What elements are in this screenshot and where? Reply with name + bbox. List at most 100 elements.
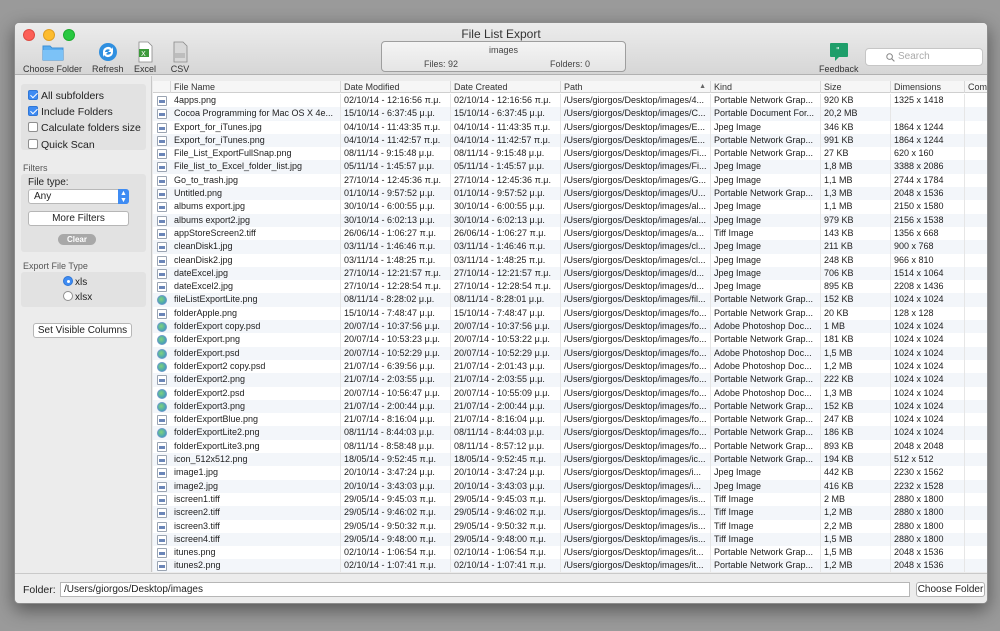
table-row[interactable]: itunes.png 02/10/14 - 1:06:54 π.μ. 02/10/1… — [153, 546, 987, 560]
table-row[interactable]: File_list_to_Excel_folder_list.jpg 05/11/… — [153, 160, 987, 174]
table-row[interactable]: iscreen3.tiff 29/05/14 - 9:50:32 π.μ. 29/0… — [153, 519, 987, 533]
table-row[interactable]: albums export2.jpg 30/10/14 - 6:02:13 μ.μ… — [153, 213, 987, 227]
csv-export-button[interactable]: CSV — [167, 41, 193, 74]
cell-date-created: 21/07/14 - 2:03:55 μ.μ. — [451, 373, 561, 387]
search-input[interactable]: Search — [865, 48, 983, 66]
table-row[interactable]: dateExcel2.jpg 27/10/14 - 12:28:54 π.μ. 27… — [153, 280, 987, 294]
quick-scan-checkbox[interactable]: Quick Scan — [28, 139, 95, 151]
calculate-folders-size-checkbox[interactable]: Calculate folders size — [28, 122, 141, 134]
table-row[interactable]: cleanDisk2.jpg 03/11/14 - 1:48:25 π.μ. 03/… — [153, 253, 987, 267]
table-row[interactable]: iscreen4.tiff 29/05/14 - 9:48:00 π.μ. 29/0… — [153, 532, 987, 547]
cell-date-created: 20/07/14 - 10:37:56 μ.μ. — [451, 320, 561, 334]
cell-comments — [965, 400, 987, 413]
cell-size: 1,8 MB — [821, 160, 891, 174]
excel-export-button[interactable]: X Excel — [132, 41, 158, 74]
cell-path: /Users/giorgos/Desktop/images/fo... — [561, 373, 711, 387]
column-header-dimensions[interactable]: Dimensions — [891, 81, 965, 93]
cell-kind: Adobe Photoshop Doc... — [711, 386, 821, 400]
table-row[interactable]: Go_to_trash.jpg 27/10/14 - 12:45:36 π.μ. 2… — [153, 173, 987, 188]
column-header-path[interactable]: Path ▲ — [561, 81, 711, 93]
cell-file-name: iscreen3.tiff — [171, 519, 341, 533]
table-row[interactable]: folderExport.psd 20/07/14 - 10:52:29 μ.μ.… — [153, 346, 987, 360]
table-row[interactable]: 4apps.png 02/10/14 - 12:16:56 π.μ. 02/10/1… — [153, 94, 987, 108]
column-header-size[interactable]: Size — [821, 81, 891, 93]
xlsx-radio[interactable]: xlsx — [63, 291, 92, 303]
cell-comments — [965, 160, 987, 173]
table-row[interactable]: iscreen2.tiff 29/05/14 - 9:46:02 π.μ. 29/0… — [153, 506, 987, 520]
column-header-date-modified[interactable]: Date Modified — [341, 81, 451, 93]
xls-radio[interactable]: xls — [63, 276, 87, 288]
cell-size: 247 KB — [821, 413, 891, 427]
cell-date-modified: 05/11/14 - 1:45:57 μ.μ. — [341, 160, 451, 174]
table-row[interactable]: folderExport2 copy.psd 21/07/14 - 6:39:56… — [153, 359, 987, 374]
cell-dimensions: 966 x 810 — [891, 253, 965, 267]
xlsx-label: xlsx — [75, 292, 93, 303]
cell-date-created: 08/11/14 - 8:44:03 μ.μ. — [451, 426, 561, 440]
table-row[interactable]: folderExport3.png 21/07/14 - 2:00:44 μ.μ.… — [153, 399, 987, 414]
csv-file-icon — [167, 41, 193, 63]
table-row[interactable]: folderExport2.psd 20/07/14 - 10:56:47 μ.μ… — [153, 386, 987, 400]
table-row[interactable]: appStoreScreen2.tiff 26/06/14 - 1:06:27 π… — [153, 226, 987, 241]
cell-file-name: Untitled.png — [171, 187, 341, 201]
cell-date-created: 20/07/14 - 10:55:09 μ.μ. — [451, 386, 561, 400]
cell-kind: Jpeg Image — [711, 213, 821, 227]
table-row[interactable]: Untitled.png 01/10/14 - 9:57:52 μ.μ. 01/10… — [153, 187, 987, 201]
cell-path: /Users/giorgos/Desktop/images/al... — [561, 200, 711, 214]
choose-folder-toolbar-button[interactable]: Choose Folder — [23, 41, 82, 74]
table-row[interactable]: image2.jpg 20/10/14 - 3:43:03 μ.μ. 20/10/1… — [153, 479, 987, 493]
file-type-label: File type: — [28, 177, 69, 188]
cell-kind: Portable Network Grap... — [711, 426, 821, 440]
cell-dimensions: 620 x 160 — [891, 147, 965, 161]
cell-kind: Portable Network Grap... — [711, 413, 821, 427]
table-row[interactable]: image1.jpg 20/10/14 - 3:47:24 μ.μ. 20/10/1… — [153, 466, 987, 480]
cell-date-created: 08/11/14 - 9:15:48 μ.μ. — [451, 147, 561, 161]
cell-kind: Jpeg Image — [711, 253, 821, 267]
table-row[interactable]: Export_for_iTunes.png 04/10/14 - 11:42:57… — [153, 133, 987, 148]
choose-folder-button[interactable]: Choose Folder — [916, 582, 985, 597]
more-filters-button[interactable]: More Filters — [28, 211, 129, 226]
table-row[interactable]: folderExport copy.psd 20/07/14 - 10:37:56… — [153, 320, 987, 334]
cell-kind: Jpeg Image — [711, 173, 821, 188]
column-header-date-created[interactable]: Date Created — [451, 81, 561, 93]
table-row[interactable]: albums export.jpg 30/10/14 - 6:00:55 μ.μ.… — [153, 200, 987, 214]
table-row[interactable]: folderApple.png 15/10/14 - 7:48:47 μ.μ. 15… — [153, 306, 987, 321]
include-folders-checkbox[interactable]: Include Folders — [28, 106, 113, 118]
file-type-select[interactable]: Any ▲ ▼ — [28, 189, 129, 204]
file-list-table[interactable]: File Name Date Modified Date Created Path ▲ K… — [153, 81, 987, 572]
filters-section-title: Filters — [23, 163, 48, 173]
table-row[interactable]: folderExportLite3.png 08/11/14 - 8:58:48 … — [153, 439, 987, 454]
image-file-icon — [157, 109, 167, 120]
table-row[interactable]: folderExport2.png 21/07/14 - 2:03:55 μ.μ.… — [153, 373, 987, 387]
refresh-button[interactable]: Refresh — [92, 41, 124, 74]
column-header-file-name[interactable]: File Name — [171, 81, 341, 93]
table-row[interactable]: iscreen1.tiff 29/05/14 - 9:45:03 π.μ. 29/0… — [153, 492, 987, 507]
search-icon — [886, 53, 895, 62]
table-row[interactable]: folderExportLite2.png 08/11/14 - 8:44:03 … — [153, 426, 987, 440]
cell-date-created: 20/10/14 - 3:43:03 μ.μ. — [451, 479, 561, 493]
cell-comments — [965, 559, 987, 572]
cell-comments — [965, 214, 987, 227]
table-row[interactable]: cleanDisk1.jpg 03/11/14 - 1:46:46 π.μ. 03/… — [153, 240, 987, 254]
column-header-label: Date Created — [454, 82, 508, 92]
cell-kind: Portable Network Grap... — [711, 399, 821, 414]
table-row[interactable]: File_List_ExportFullSnap.png 08/11/14 - 9… — [153, 147, 987, 161]
table-row[interactable]: fileListExportLite.png 08/11/14 - 8:28:02… — [153, 293, 987, 307]
feedback-button[interactable]: " Feedback — [819, 41, 859, 74]
column-header-icon[interactable] — [153, 81, 171, 93]
clear-filters-button[interactable]: Clear — [58, 234, 96, 245]
cell-path: /Users/giorgos/Desktop/images/a... — [561, 226, 711, 241]
folder-path-field[interactable]: /Users/giorgos/Desktop/images — [60, 582, 910, 597]
column-header-comments[interactable]: Comm — [965, 81, 987, 93]
table-row[interactable]: folderExport.png 20/07/14 - 10:53:23 μ.μ.… — [153, 333, 987, 347]
table-row[interactable]: Cocoa Programming for Mac OS X 4e... 15/1… — [153, 107, 987, 121]
table-row[interactable]: dateExcel.jpg 27/10/14 - 12:21:57 π.μ. 27/… — [153, 266, 987, 281]
cell-comments — [965, 546, 987, 559]
table-row[interactable]: icon_512x512.png 18/05/14 - 9:52:45 π.μ. 1… — [153, 453, 987, 467]
set-visible-columns-button[interactable]: Set Visible Columns — [33, 323, 132, 338]
table-row[interactable]: Export_for_iTunes.jpg 04/10/14 - 11:43:35… — [153, 120, 987, 134]
cell-size: 1,1 MB — [821, 173, 891, 188]
column-header-kind[interactable]: Kind — [711, 81, 821, 93]
table-row[interactable]: itunes2.png 02/10/14 - 1:07:41 π.μ. 02/10/… — [153, 559, 987, 572]
all-subfolders-checkbox[interactable]: All subfolders — [28, 90, 104, 102]
table-row[interactable]: folderExportBlue.png 21/07/14 - 8:16:04 μ… — [153, 413, 987, 427]
